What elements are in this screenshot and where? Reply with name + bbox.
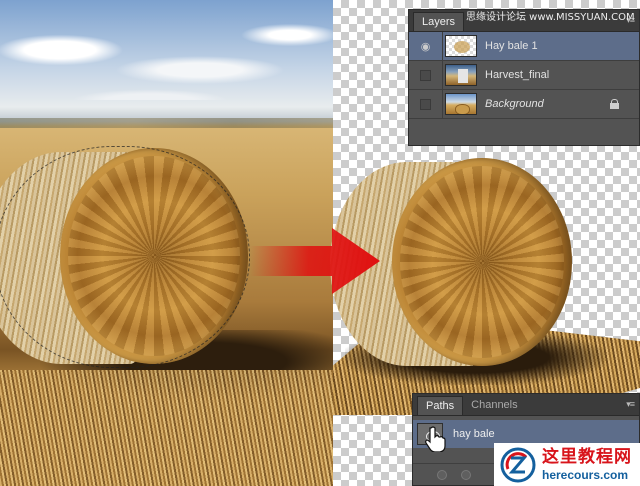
tab-channels[interactable]: Channels bbox=[463, 396, 525, 415]
layer-row-background[interactable]: Background bbox=[409, 89, 639, 119]
visibility-off-box bbox=[420, 98, 431, 110]
logo-z-icon bbox=[500, 447, 536, 482]
layer-name: Background bbox=[485, 98, 544, 110]
layer-name: Harvest_final bbox=[485, 69, 550, 81]
tab-paths[interactable]: Paths bbox=[417, 396, 464, 415]
visibility-toggle[interactable]: ◉ bbox=[409, 31, 443, 61]
panel-menu-icon[interactable]: ▾≡ bbox=[626, 399, 635, 410]
layer-thumbnail bbox=[445, 64, 477, 86]
visibility-toggle[interactable] bbox=[409, 89, 443, 119]
fill-path-icon[interactable] bbox=[437, 469, 447, 480]
field-stubble bbox=[0, 370, 333, 486]
horizon-treeline bbox=[0, 118, 333, 128]
site-logo: 这里教程网 herecours.com bbox=[494, 443, 640, 486]
layer-name: Hay bale 1 bbox=[485, 40, 538, 52]
eye-icon: ◉ bbox=[420, 40, 431, 53]
sky-clouds bbox=[0, 10, 333, 100]
lock-icon bbox=[610, 99, 619, 109]
site-watermark: 思缘设计论坛 www.MISSYUAN.COM bbox=[466, 12, 635, 23]
path-name: hay bale bbox=[453, 428, 495, 440]
visibility-off-box bbox=[420, 69, 431, 81]
stroke-path-icon[interactable] bbox=[461, 469, 471, 480]
layer-row-harvest-final[interactable]: Harvest_final bbox=[409, 60, 639, 90]
red-arrow-icon bbox=[250, 228, 380, 294]
layer-thumbnail bbox=[445, 93, 477, 115]
paths-panel-tabs: Paths Channels ▾≡ bbox=[413, 394, 639, 416]
visibility-toggle[interactable] bbox=[409, 60, 443, 90]
layer-row-hay-bale-1[interactable]: ◉ Hay bale 1 bbox=[409, 31, 639, 61]
cutout-bale-face bbox=[392, 158, 572, 366]
path-selection-outline bbox=[0, 146, 250, 368]
layers-panel: Layers ▾≡ ◉ Hay bale 1 Harvest_final Bac… bbox=[408, 9, 640, 146]
hand-cursor-icon bbox=[425, 426, 446, 452]
tab-layers[interactable]: Layers bbox=[413, 12, 465, 31]
logo-title: 这里教程网 bbox=[542, 446, 632, 467]
logo-url: herecours.com bbox=[542, 467, 629, 482]
layer-thumbnail bbox=[445, 35, 477, 57]
